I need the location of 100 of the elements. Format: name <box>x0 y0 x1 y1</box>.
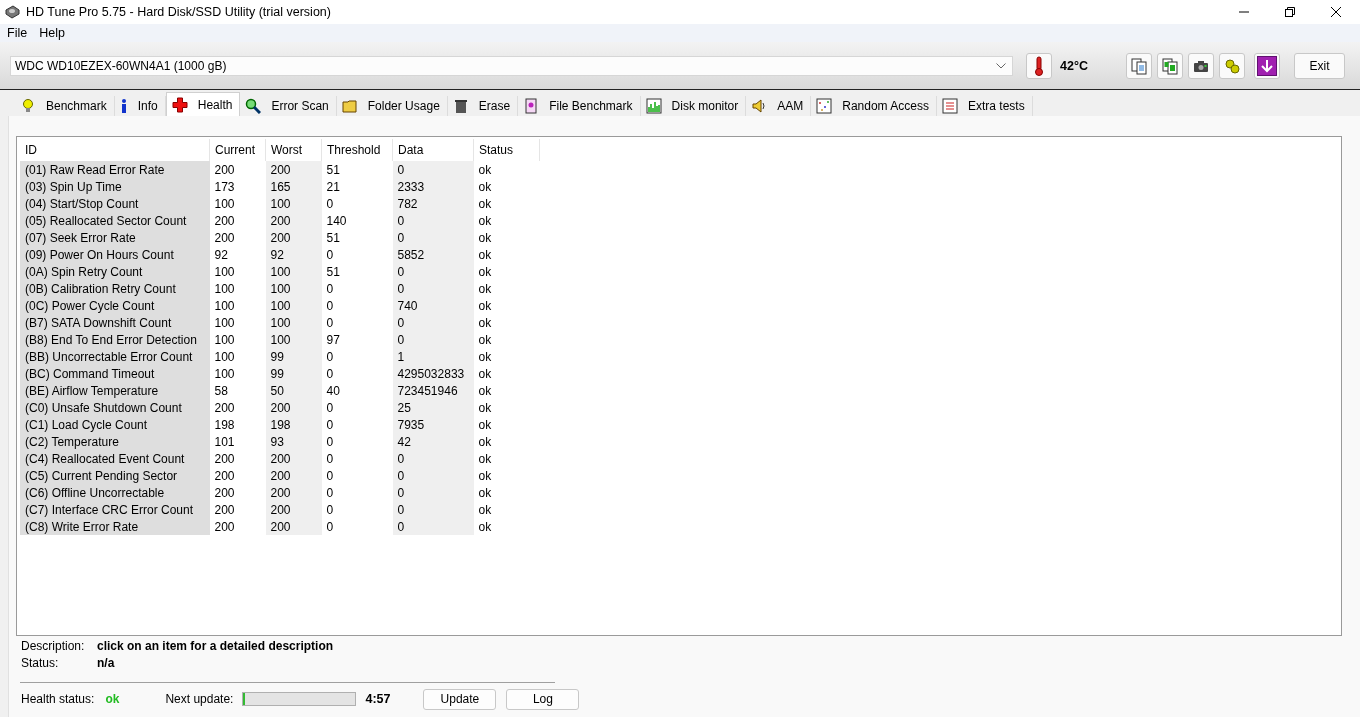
exit-button[interactable]: Exit <box>1294 52 1345 79</box>
footer-button[interactable]: Log <box>506 688 580 710</box>
table-cell: 100 <box>265 297 322 314</box>
trash-bin-icon <box>452 98 469 114</box>
column-header[interactable]: Status <box>473 139 540 161</box>
light-bulb-icon <box>20 98 36 114</box>
table-cell: 100 <box>265 331 322 348</box>
table-cell: 92 <box>265 246 322 263</box>
table-cell: 99 <box>265 348 322 365</box>
table-cell: (C2) Temperature <box>20 433 210 450</box>
tab[interactable]: Health <box>165 92 241 116</box>
table-cell: 200 <box>209 467 266 484</box>
table-cell: (0C) Power Cycle Count <box>20 297 210 314</box>
table-cell: (BC) Command Timeout <box>20 365 210 382</box>
table-cell: 58 <box>209 382 266 399</box>
drive-dropdown[interactable]: WDC WD10EZEX-60WN4A1 (1000 gB) <box>10 55 1013 76</box>
footer-button[interactable]: Update <box>423 688 497 710</box>
copy-image-button[interactable] <box>1157 52 1183 79</box>
table-cell: ok <box>473 263 540 280</box>
detail-value: click on an item for a detailed description <box>97 639 334 653</box>
table-cell: ok <box>473 229 540 246</box>
table-cell: ok <box>473 246 540 263</box>
table-cell: ok <box>473 484 540 501</box>
table-cell: 100 <box>265 314 322 331</box>
table-cell: 0 <box>392 484 474 501</box>
table-cell: (01) Raw Read Error Rate <box>20 161 210 178</box>
table-cell: (C5) Current Pending Sector <box>20 467 210 484</box>
table-cell: (C8) Write Error Rate <box>20 518 210 535</box>
table-cell: 100 <box>209 195 266 212</box>
copy-image-icon <box>1161 56 1179 75</box>
table-cell: ok <box>473 416 540 433</box>
table-cell: ok <box>473 195 540 212</box>
table-cell: ok <box>473 518 540 535</box>
close-icon[interactable] <box>1330 6 1342 18</box>
detail-label: Status: <box>21 656 60 670</box>
table-cell: (09) Power On Hours Count <box>20 246 210 263</box>
copy-text-button[interactable] <box>1126 52 1152 79</box>
table-cell: 51 <box>321 229 393 246</box>
speaker-icon <box>751 98 768 114</box>
table-cell: (B8) End To End Error Detection <box>20 331 210 348</box>
table-cell: (05) Reallocated Sector Count <box>20 212 210 229</box>
countdown-timer: 4:57 <box>365 692 392 706</box>
table-cell: 100 <box>265 195 322 212</box>
column-header[interactable]: Threshold <box>321 139 393 161</box>
table-cell: ok <box>473 467 540 484</box>
table-cell: ok <box>473 348 540 365</box>
thermometer-button[interactable] <box>1026 52 1052 79</box>
table-cell: 0 <box>321 314 393 331</box>
table-cell: 740 <box>392 297 474 314</box>
table-cell: 1 <box>392 348 474 365</box>
camera-button[interactable] <box>1188 52 1214 79</box>
table-cell: 0 <box>392 450 474 467</box>
maximize-icon[interactable] <box>1284 6 1296 18</box>
table-cell: 51 <box>321 161 393 178</box>
table-cell: ok <box>473 212 540 229</box>
table-cell: 200 <box>265 501 322 518</box>
info-icon <box>119 98 128 114</box>
table-cell: 0 <box>392 314 474 331</box>
table-cell: 0 <box>321 399 393 416</box>
next-update-label: Next update: <box>165 692 234 706</box>
table-cell: (C6) Offline Uncorrectable <box>20 484 210 501</box>
table-cell: 723451946 <box>392 382 474 399</box>
list-icon <box>941 98 958 114</box>
table-cell: ok <box>473 450 540 467</box>
menu-item[interactable]: Help <box>39 26 65 40</box>
copy-text-icon <box>1130 56 1148 75</box>
detail-label: Description: <box>21 639 86 653</box>
menu-item[interactable]: File <box>7 26 28 40</box>
table-cell: 0 <box>321 433 393 450</box>
table-cell: 200 <box>265 467 322 484</box>
table-cell: 0 <box>321 467 393 484</box>
table-cell: 200 <box>265 450 322 467</box>
table-cell: 173 <box>209 178 266 195</box>
table-cell: 782 <box>392 195 474 212</box>
table-cell: 200 <box>209 161 266 178</box>
table-cell: ok <box>473 433 540 450</box>
table-cell: 200 <box>265 518 322 535</box>
column-header[interactable]: Current <box>209 139 266 161</box>
table-cell: 99 <box>265 365 322 382</box>
table-cell: 0 <box>321 416 393 433</box>
detail-value: n/a <box>97 656 115 670</box>
magnifier-icon <box>245 98 262 114</box>
download-button[interactable] <box>1254 52 1280 79</box>
table-cell: ok <box>473 161 540 178</box>
table-cell: 200 <box>265 399 322 416</box>
table-cell: (C0) Unsafe Shutdown Count <box>20 399 210 416</box>
table-cell: ok <box>473 178 540 195</box>
table-cell: (03) Spin Up Time <box>20 178 210 195</box>
table-cell: 97 <box>321 331 393 348</box>
table-cell: 100 <box>209 280 266 297</box>
table-cell: 40 <box>321 382 393 399</box>
table-cell: 0 <box>392 212 474 229</box>
table-cell: 100 <box>209 348 266 365</box>
table-cell: (0A) Spin Retry Count <box>20 263 210 280</box>
gears-button[interactable] <box>1219 52 1245 79</box>
table-cell: 200 <box>209 501 266 518</box>
table-cell: ok <box>473 314 540 331</box>
table-cell: ok <box>473 501 540 518</box>
scatter-grid-icon <box>816 98 833 114</box>
table-cell: 0 <box>321 348 393 365</box>
